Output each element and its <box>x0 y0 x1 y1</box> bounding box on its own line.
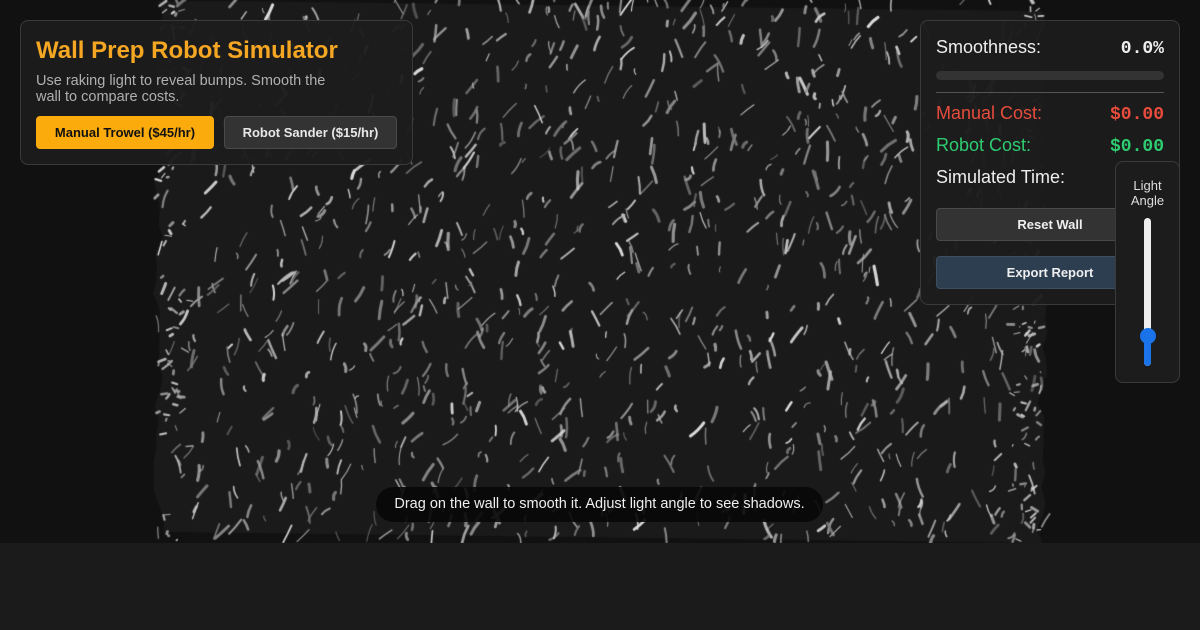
manual-cost-row: Manual Cost: $0.00 <box>936 103 1164 125</box>
manual-cost-value: $0.00 <box>1109 105 1164 125</box>
manual-trowel-button[interactable]: Manual Trowel ($45/hr) <box>36 116 214 149</box>
smoothness-value: 0.0% <box>1120 39 1164 59</box>
light-angle-slider-thumb[interactable] <box>1140 328 1156 345</box>
light-angle-panel: Light Angle <box>1115 161 1180 383</box>
tool-selector: Manual Trowel ($45/hr) Robot Sander ($15… <box>36 116 397 149</box>
simulated-time-label: Simulated Time: <box>936 167 1066 187</box>
smoothness-progress-bar <box>936 71 1164 80</box>
app-window: Wall Prep Robot Simulator Use raking lig… <box>0 0 1200 630</box>
title-panel: Wall Prep Robot Simulator Use raking lig… <box>20 20 413 165</box>
smoothness-label: Smoothness: <box>936 37 1042 57</box>
robot-sander-button[interactable]: Robot Sander ($15/hr) <box>224 116 397 149</box>
robot-cost-row: Robot Cost: $0.00 <box>936 135 1164 157</box>
manual-cost-label: Manual Cost: <box>936 103 1043 123</box>
robot-cost-value: $0.00 <box>1109 137 1164 157</box>
stats-divider <box>936 92 1164 93</box>
instruction-hint: Drag on the wall to smooth it. Adjust li… <box>376 487 823 522</box>
smoothness-row: Smoothness: 0.0% <box>936 37 1164 59</box>
light-angle-label: Light Angle <box>1130 178 1165 208</box>
app-subtitle: Use raking light to reveal bumps. Smooth… <box>36 73 326 105</box>
app-title: Wall Prep Robot Simulator <box>36 37 338 64</box>
robot-cost-label: Robot Cost: <box>936 135 1032 155</box>
